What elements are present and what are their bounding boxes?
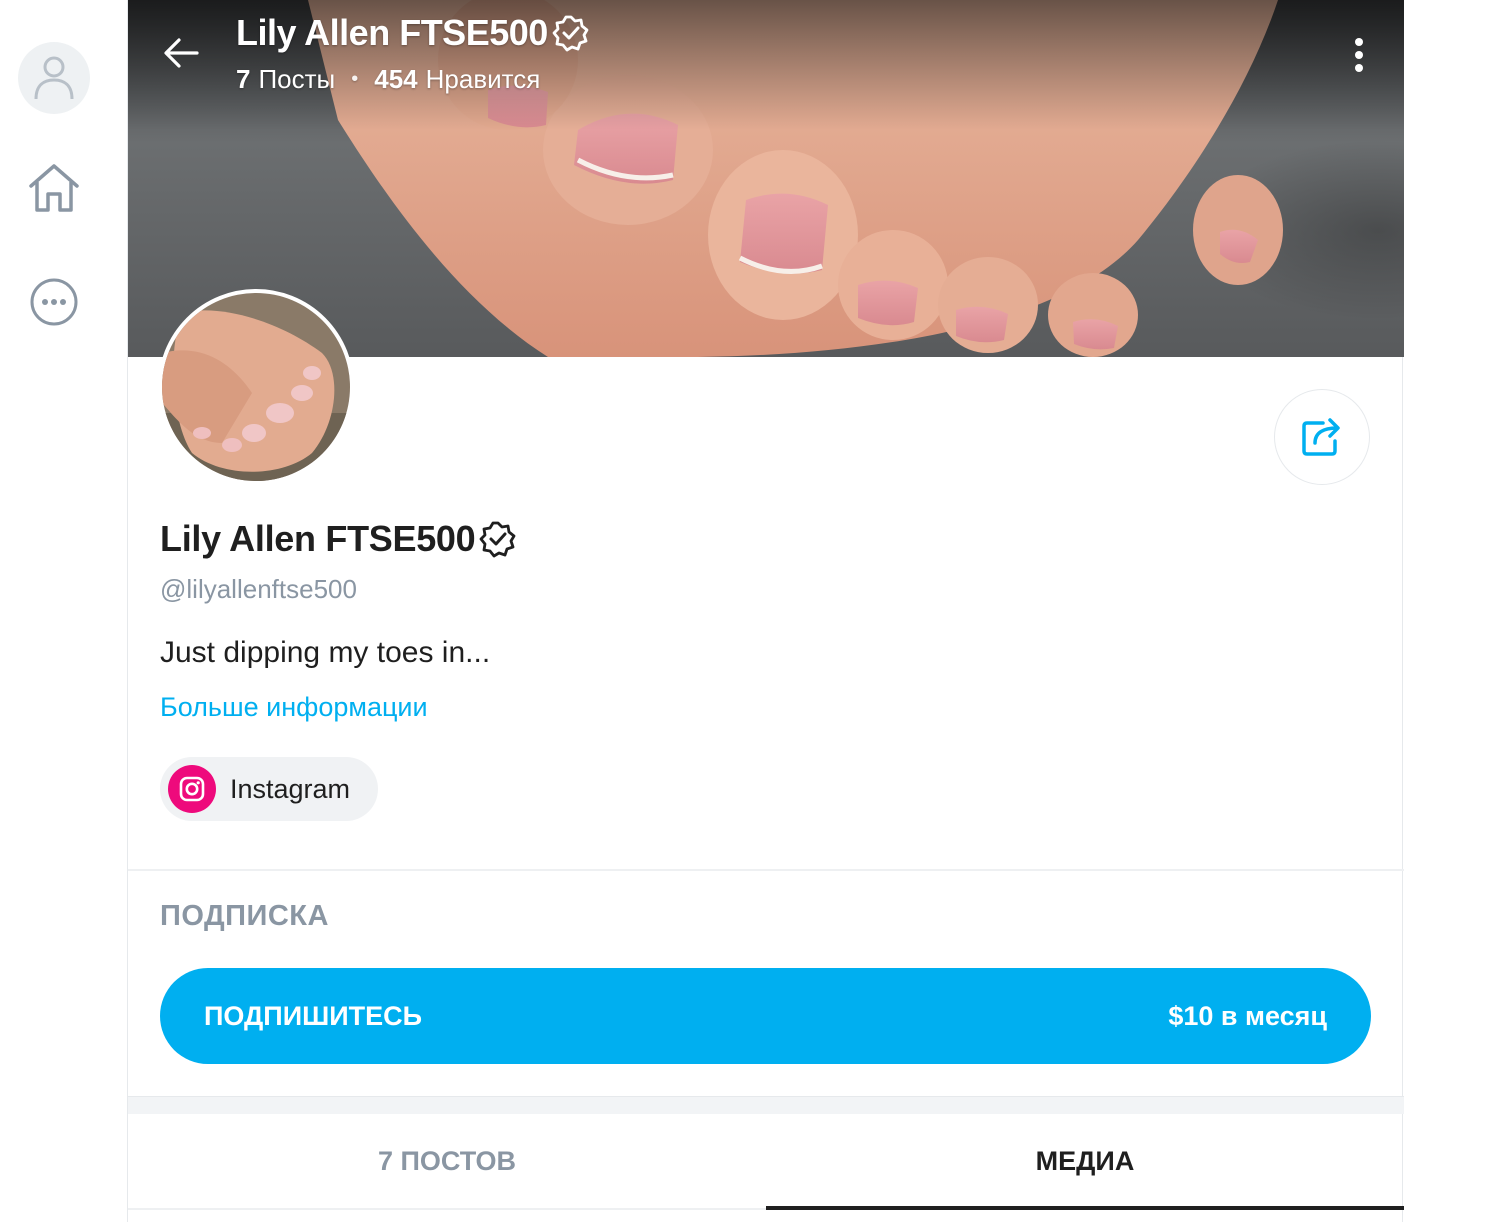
more-info-link[interactable]: Больше информации xyxy=(160,692,428,723)
instagram-link[interactable]: Instagram xyxy=(160,757,379,821)
share-button[interactable] xyxy=(1274,389,1370,485)
kebab-menu-icon xyxy=(1355,38,1363,72)
header-stats: 7 Посты • 454 Нравится xyxy=(236,64,540,95)
likes-label: Нравится xyxy=(425,64,541,94)
instagram-badge xyxy=(168,765,216,813)
profile-column: Lily Allen FTSE500 7 Посты • 454 Нравитс… xyxy=(127,0,1404,1222)
user-avatar-icon xyxy=(34,56,74,100)
section-gap xyxy=(128,1096,1404,1114)
left-nav-rail xyxy=(0,0,110,1222)
subscribe-button[interactable]: ПОДПИШИТЕСЬ $10 в месяц xyxy=(160,968,1371,1064)
share-icon xyxy=(1302,418,1340,456)
instagram-icon xyxy=(179,776,205,802)
header-title-text: Lily Allen FTSE500 xyxy=(236,12,548,53)
subscription-section-title: ПОДПИСКА xyxy=(160,900,329,932)
more-icon xyxy=(30,278,78,326)
back-button[interactable] xyxy=(160,32,202,74)
home-button[interactable] xyxy=(18,152,90,224)
subscribe-button-label: ПОДПИШИТЕСЬ xyxy=(204,1000,423,1031)
profile-avatar[interactable] xyxy=(158,289,354,485)
profile-handle: @lilyallenftse500 xyxy=(160,574,357,604)
arrow-left-icon xyxy=(164,38,199,68)
tab-media[interactable]: МЕДИА xyxy=(766,1114,1404,1210)
cover-image: Lily Allen FTSE500 7 Посты • 454 Нравитс… xyxy=(128,0,1404,357)
section-divider xyxy=(128,869,1404,871)
profile-tabs: 7 ПОСТОВ МЕДИА xyxy=(128,1114,1404,1210)
stats-separator: • xyxy=(351,68,359,90)
user-avatar-button[interactable] xyxy=(18,42,90,114)
posts-count: 7 xyxy=(236,64,251,94)
likes-count: 454 xyxy=(374,64,418,94)
header-title: Lily Allen FTSE500 xyxy=(236,12,590,54)
avatar-photo xyxy=(162,293,350,481)
subscribe-price: $10 в месяц xyxy=(1168,1000,1327,1031)
profile-name-text: Lily Allen FTSE500 xyxy=(160,518,476,559)
verified-badge-icon xyxy=(552,15,589,52)
home-icon xyxy=(29,164,79,212)
posts-label: Посты xyxy=(258,64,336,94)
instagram-label: Instagram xyxy=(230,773,351,804)
verified-badge-icon xyxy=(479,521,516,558)
tab-posts[interactable]: 7 ПОСТОВ xyxy=(128,1114,766,1208)
more-options-button[interactable] xyxy=(18,266,90,338)
profile-name: Lily Allen FTSE500 xyxy=(160,518,517,560)
profile-menu-button[interactable] xyxy=(1344,30,1374,80)
profile-bio: Just dipping my toes in... xyxy=(160,636,491,669)
